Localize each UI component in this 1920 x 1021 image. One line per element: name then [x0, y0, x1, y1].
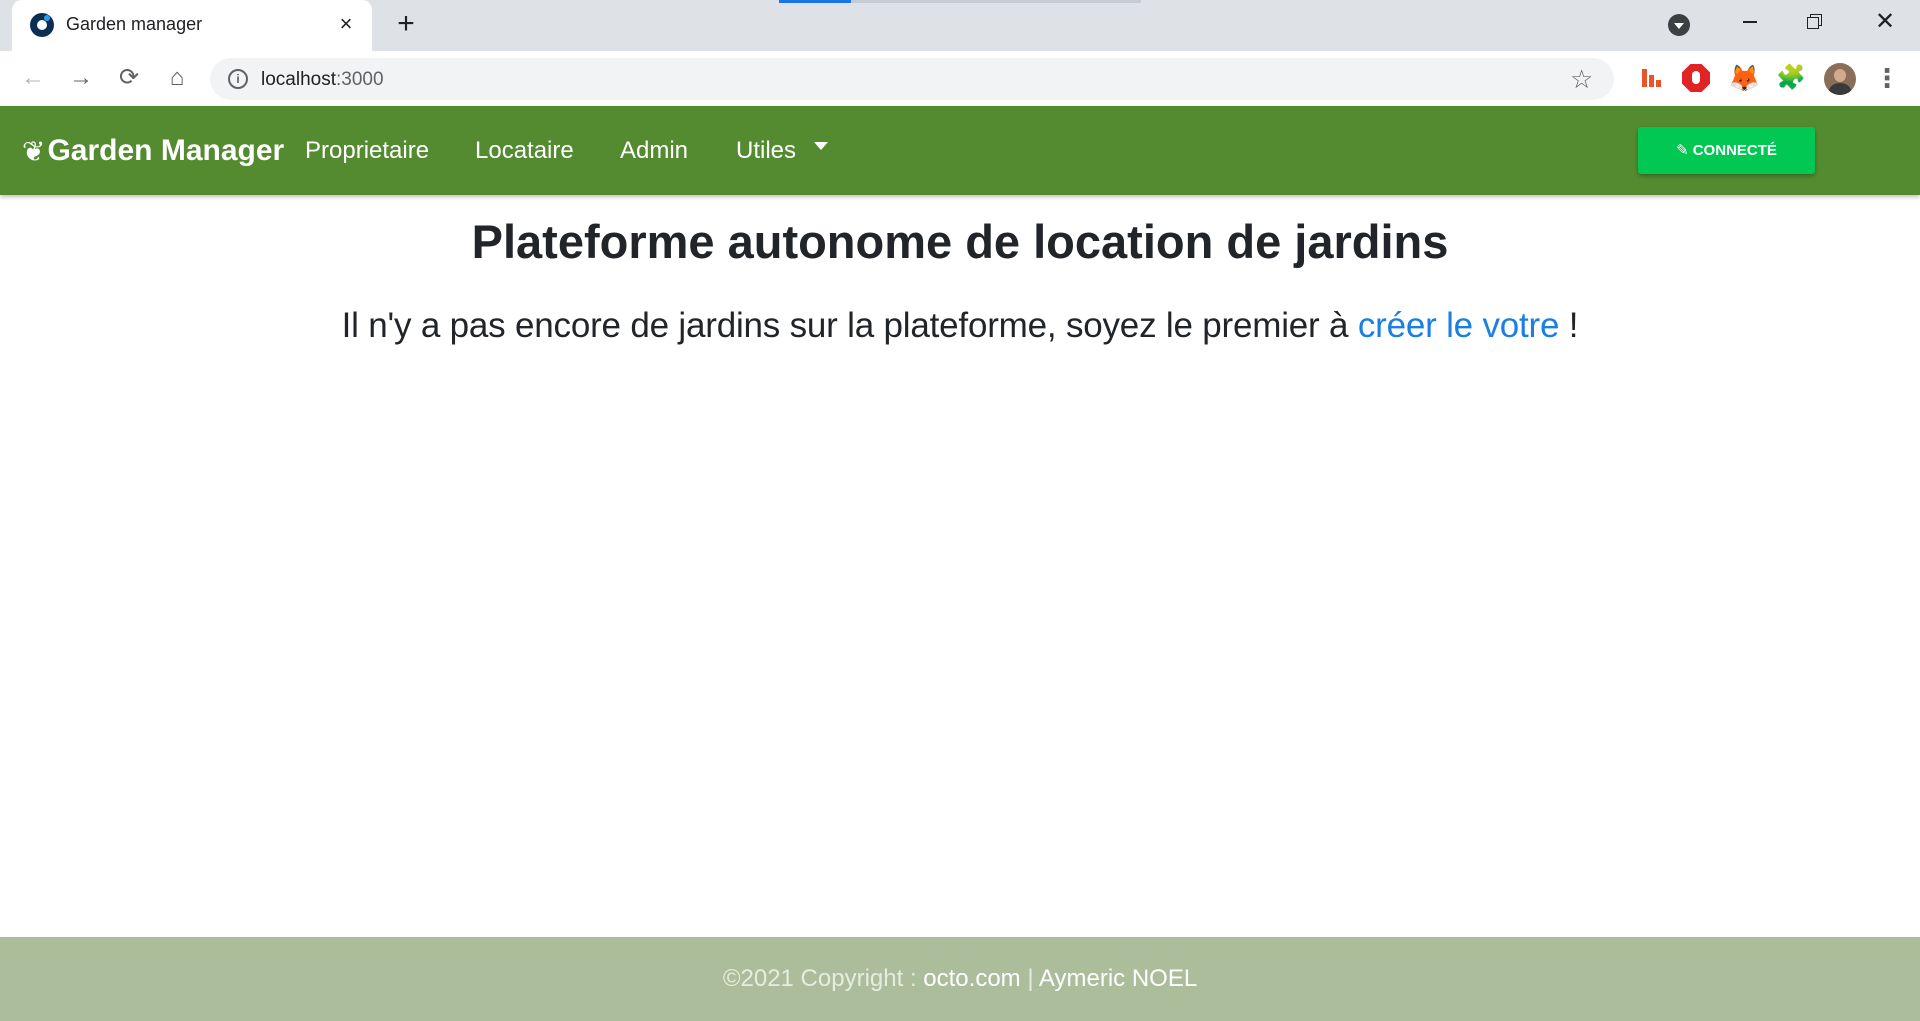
forward-arrow-icon[interactable]: → — [64, 61, 98, 95]
reload-icon[interactable]: ⟳ — [112, 61, 146, 95]
app-navbar: ❦ Garden Manager Proprietaire Locataire … — [0, 106, 1920, 195]
nav-link-admin[interactable]: Admin — [620, 137, 688, 165]
url-text[interactable]: localhost:3000 — [261, 69, 384, 91]
browser-toolbar: ← → ⟳ ⌂ i localhost:3000 ☆ 🦊 🧩 ⋮ — [0, 51, 1920, 106]
new-tab-button[interactable]: + — [390, 8, 422, 40]
site-info-icon[interactable]: i — [228, 69, 248, 89]
nav-utiles-label: Utiles — [736, 137, 797, 164]
connect-button[interactable]: ✎ CONNECTÉ — [1638, 127, 1815, 174]
nav-dropdown-utiles[interactable]: Utiles — [736, 137, 829, 165]
lead-text: Il n'y a pas encore de jardins sur la pl… — [341, 306, 1358, 345]
profile-avatar[interactable] — [1824, 63, 1856, 95]
url-host: localhost — [261, 69, 336, 90]
copyright-label: ©2021 Copyright : — [722, 965, 924, 992]
footer-copyright: ©2021 Copyright : octo.com | Aymeric NOE… — [0, 965, 1920, 993]
adblock-hand-icon[interactable] — [1682, 64, 1710, 92]
loading-indicator — [779, 0, 851, 3]
metamask-fox-icon[interactable]: 🦊 — [1728, 63, 1760, 93]
back-arrow-icon[interactable]: ← — [16, 61, 50, 95]
magic-wand-icon: ✎ — [1676, 142, 1689, 159]
extension-bars-icon[interactable] — [1636, 63, 1666, 93]
home-icon[interactable]: ⌂ — [160, 61, 194, 95]
nav-link-proprietaire[interactable]: Proprietaire — [305, 137, 429, 165]
empty-state-message: Il n'y a pas encore de jardins sur la pl… — [0, 306, 1920, 346]
address-bar[interactable]: i localhost:3000 ☆ — [210, 58, 1614, 100]
browser-menu-icon[interactable]: ⋮ — [1872, 61, 1902, 95]
window-close-button[interactable]: ✕ — [1852, 0, 1918, 44]
caret-down-icon — [814, 141, 829, 150]
window-minimize-button[interactable] — [1716, 0, 1782, 44]
create-garden-link[interactable]: créer le votre — [1358, 306, 1560, 345]
garden-favicon-icon — [30, 13, 54, 37]
tab-search-icon[interactable] — [1668, 14, 1690, 36]
browser-tab[interactable]: Garden manager × — [12, 0, 372, 51]
footer-author: Aymeric NOEL — [1038, 965, 1198, 992]
page-title: Plateforme autonome de location de jardi… — [471, 215, 1449, 268]
footer-site-link[interactable]: octo.com — [923, 965, 1020, 992]
url-port: :3000 — [336, 69, 384, 90]
window-restore-button[interactable] — [1782, 0, 1848, 44]
leaf-icon: ❦ — [22, 135, 46, 167]
brand-name: Garden Manager — [47, 134, 285, 167]
page-footer: ©2021 Copyright : octo.com | Aymeric NOE… — [0, 937, 1920, 1021]
footer-separator: | — [1020, 965, 1039, 992]
tab-title: Garden manager — [66, 14, 203, 34]
bookmark-star-icon[interactable]: ☆ — [1570, 64, 1593, 94]
connect-label: CONNECTÉ — [1692, 142, 1777, 159]
extensions-puzzle-icon[interactable]: 🧩 — [1776, 63, 1806, 93]
brand-link[interactable]: ❦ Garden Manager — [22, 134, 284, 168]
browser-tabstrip: Garden manager × + ✕ — [0, 0, 1920, 51]
loading-track — [851, 0, 1141, 3]
nav-link-locataire[interactable]: Locataire — [475, 137, 574, 165]
tab-close-icon[interactable]: × — [332, 10, 360, 38]
lead-suffix: ! — [1559, 306, 1579, 345]
